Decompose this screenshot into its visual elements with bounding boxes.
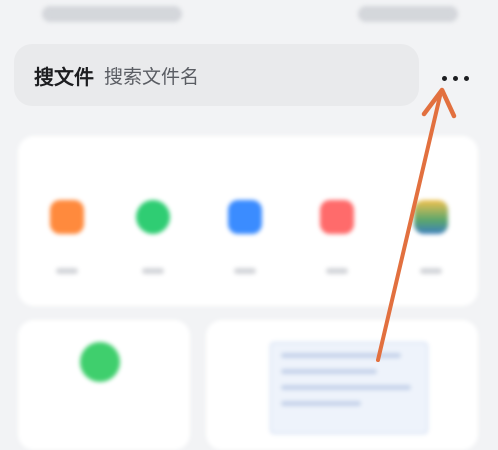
annotation-arrow [376, 87, 457, 362]
arrow-shaft [376, 94, 442, 362]
